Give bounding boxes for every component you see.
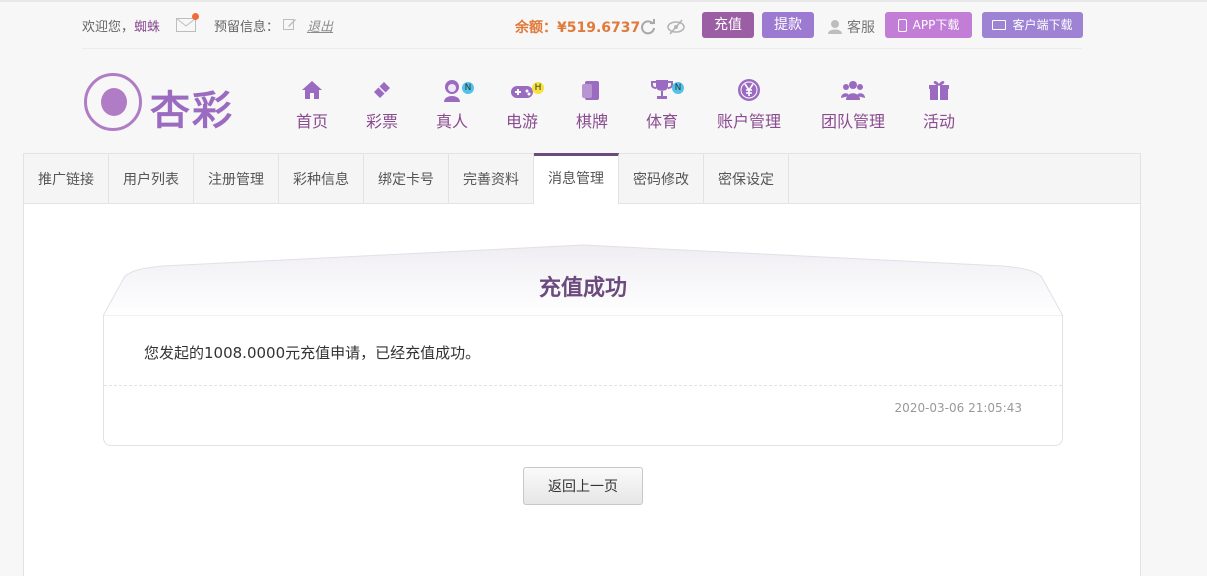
nav-account-management-label: 账户管理 xyxy=(716,112,781,131)
message-card xyxy=(103,316,1063,446)
nav-activities-label: 活动 xyxy=(922,112,955,131)
nav-live-casino-label: 真人 xyxy=(435,112,468,131)
username: 蜘蛛 xyxy=(134,20,161,35)
balance-value: ¥519.6737 xyxy=(557,20,641,36)
monitor-icon xyxy=(992,20,1007,30)
customer-service-link[interactable]: 客服 xyxy=(847,17,875,37)
nav-cards[interactable]: 棋牌 xyxy=(574,78,610,132)
tab-user-list[interactable]: 用户列表 xyxy=(109,154,194,203)
nav-account-management[interactable]: 账户管理 xyxy=(714,78,784,132)
message-body: 您发起的1008.0000元充值申请，已经充值成功。 xyxy=(144,344,481,362)
app-download-button[interactable]: APP下载 xyxy=(885,12,972,38)
nav-home-label: 首页 xyxy=(295,112,328,131)
phone-icon xyxy=(897,19,907,32)
logo-text[interactable]: 杏彩 xyxy=(150,78,234,136)
gamepad-icon xyxy=(511,86,533,98)
tab-promo-link[interactable]: 推广链接 xyxy=(24,154,109,203)
nav-egames-label: 电游 xyxy=(505,112,538,131)
cards-icon xyxy=(582,81,599,100)
tab-registration[interactable]: 注册管理 xyxy=(194,154,279,203)
unread-dot xyxy=(192,13,199,20)
tab-messages[interactable]: 消息管理 xyxy=(534,153,619,205)
client-download-label: 客户端下载 xyxy=(1012,18,1073,32)
tab-bind-card[interactable]: 绑定卡号 xyxy=(364,154,449,203)
app-download-label: APP下载 xyxy=(912,18,960,32)
yen-coin-icon xyxy=(738,79,760,101)
woman-icon xyxy=(444,80,460,102)
balance-label: 余额： xyxy=(515,20,557,36)
ticket-icon xyxy=(374,82,390,98)
right-margin xyxy=(1140,2,1207,576)
customer-service-icon[interactable] xyxy=(827,18,843,38)
client-download-button[interactable]: 客户端下载 xyxy=(982,12,1083,38)
logo-emblem-inner xyxy=(101,88,127,116)
nav-team-management-label: 团队管理 xyxy=(820,112,885,131)
refresh-icon[interactable] xyxy=(640,19,656,39)
hot-badge: H xyxy=(532,82,544,94)
nav-home[interactable]: 首页 xyxy=(294,78,330,132)
nav-lottery[interactable]: 彩票 xyxy=(364,78,400,132)
mail-icon[interactable] xyxy=(176,17,196,36)
hide-balance-icon[interactable] xyxy=(667,19,685,39)
gift-icon xyxy=(929,81,949,100)
nav-activities[interactable]: 活动 xyxy=(921,78,957,132)
tab-security-question[interactable]: 密保设定 xyxy=(704,154,789,203)
welcome-text: 欢迎您，蜘蛛 xyxy=(82,16,160,35)
edit-icon[interactable] xyxy=(283,16,297,35)
message-divider xyxy=(104,385,1062,386)
nav-lottery-label: 彩票 xyxy=(365,112,398,131)
tab-password[interactable]: 密码修改 xyxy=(619,154,704,203)
home-icon xyxy=(302,81,322,99)
nav-team-management[interactable]: 团队管理 xyxy=(818,78,888,132)
back-button[interactable]: 返回上一页 xyxy=(523,467,643,505)
balance: 余额：¥519.6737 xyxy=(515,17,640,37)
trophy-icon xyxy=(651,80,673,99)
nav-sports-label: 体育 xyxy=(645,112,678,131)
tab-profile[interactable]: 完善资料 xyxy=(449,154,534,203)
tab-lottery-info[interactable]: 彩种信息 xyxy=(279,154,364,203)
team-icon xyxy=(841,81,865,100)
message-timestamp: 2020-03-06 21:05:43 xyxy=(894,401,1022,415)
account-tabs: 推广链接 用户列表 注册管理 彩种信息 绑定卡号 完善资料 消息管理 密码修改 … xyxy=(23,153,1141,205)
nav-cards-label: 棋牌 xyxy=(575,112,608,131)
welcome-label: 欢迎您， xyxy=(82,20,135,35)
message-title: 充值成功 xyxy=(538,276,627,301)
recharge-button[interactable]: 充值 xyxy=(702,12,754,38)
top-bar-divider xyxy=(82,48,1082,49)
new-badge: N xyxy=(672,82,684,94)
reserved-info-label: 预留信息： xyxy=(214,20,280,35)
withdraw-button[interactable]: 提款 xyxy=(762,12,814,38)
logout-link[interactable]: 退出 xyxy=(307,16,333,35)
new-badge: N xyxy=(462,82,474,94)
